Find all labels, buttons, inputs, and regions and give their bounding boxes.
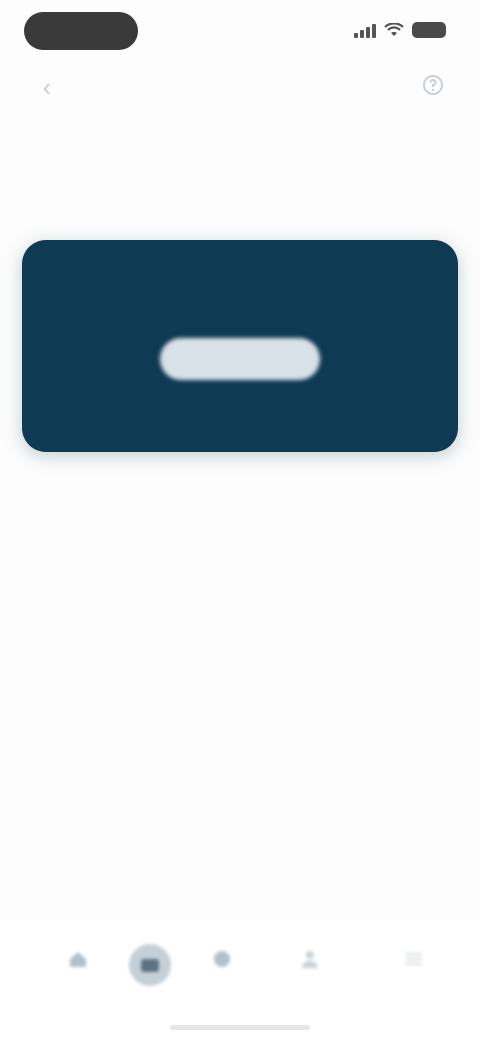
wallet-icon — [129, 944, 171, 986]
status-icons — [354, 22, 446, 38]
wifi-icon — [384, 23, 404, 36]
top-nav: ‹ — [0, 60, 480, 110]
promo-card — [22, 240, 458, 452]
promo-primary-button[interactable] — [160, 338, 320, 380]
signal-icon — [354, 22, 376, 38]
status-bar — [0, 0, 480, 60]
tab-menu[interactable] — [384, 944, 444, 1014]
tab-bar — [0, 920, 480, 1040]
tab-wallet[interactable] — [120, 944, 180, 1014]
tab-home[interactable] — [48, 944, 108, 1014]
chart-icon — [207, 944, 237, 974]
tab-profile[interactable] — [280, 944, 340, 1014]
dynamic-island — [24, 12, 138, 50]
home-indicator — [170, 1025, 310, 1030]
app-screen: ‹ — [0, 0, 480, 1040]
person-icon — [295, 944, 325, 974]
tab-chart[interactable] — [192, 944, 252, 1014]
help-icon[interactable] — [416, 68, 450, 102]
battery-icon — [412, 22, 446, 38]
back-icon[interactable]: ‹ — [30, 70, 64, 104]
menu-icon — [399, 944, 429, 974]
home-icon — [63, 944, 93, 974]
